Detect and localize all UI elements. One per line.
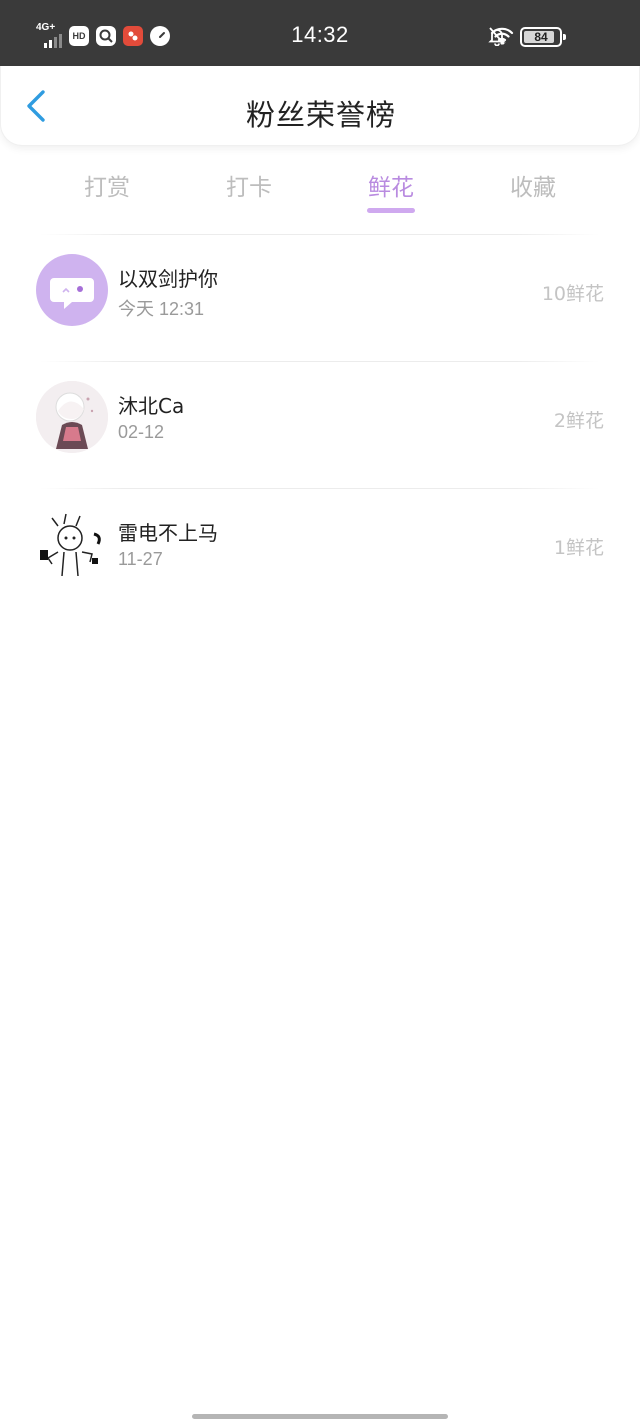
- avatar[interactable]: [36, 381, 108, 453]
- tab-label: 打赏: [84, 175, 130, 201]
- page-title: 粉丝荣誉榜: [245, 98, 396, 132]
- tab-reward[interactable]: 打赏: [47, 168, 167, 216]
- anime-avatar-image: [36, 381, 108, 453]
- fan-name: 沐北Ca: [118, 394, 185, 418]
- fan-date: 今天 12:31: [118, 299, 205, 319]
- wifi-icon: [490, 27, 514, 49]
- tab-favorites[interactable]: 收藏: [473, 168, 593, 216]
- battery-icon: 84: [520, 27, 566, 47]
- fan-list: 以双剑护你 今天 12:31 10鲜花 沐北Ca 02-12 2鲜花 雷电不上马…: [0, 234, 640, 615]
- sketch-avatar-image: [36, 508, 108, 580]
- list-item[interactable]: 雷电不上马 11-27 1鲜花: [0, 489, 640, 615]
- flower-count: 1鲜花: [553, 537, 604, 559]
- fan-name: 以双剑护你: [118, 267, 218, 291]
- battery-level: 84: [534, 30, 548, 44]
- list-item[interactable]: 沐北Ca 02-12 2鲜花: [0, 362, 640, 488]
- flower-count: 2鲜花: [553, 410, 604, 432]
- header: 粉丝荣誉榜: [0, 66, 640, 146]
- fan-name: 雷电不上马: [118, 521, 218, 545]
- list-item[interactable]: 以双剑护你 今天 12:31 10鲜花: [0, 235, 640, 361]
- flower-count: 10鲜花: [541, 283, 604, 305]
- status-bar: 4G+ HD 14:32 84: [0, 0, 640, 66]
- avatar[interactable]: [36, 508, 108, 580]
- tab-bar: 打赏 打卡 鲜花 收藏: [0, 168, 640, 218]
- active-tab-indicator: [367, 208, 415, 213]
- tab-checkin[interactable]: 打卡: [189, 168, 309, 216]
- tab-label: 收藏: [510, 175, 556, 201]
- chat-bubble-icon: [50, 278, 94, 309]
- home-indicator[interactable]: [192, 1414, 448, 1419]
- avatar[interactable]: [36, 254, 108, 326]
- tab-label: 鲜花: [368, 175, 414, 201]
- fan-date: 11-27: [118, 549, 163, 569]
- fan-date: 02-12: [118, 422, 165, 442]
- tab-label: 打卡: [226, 175, 272, 201]
- tab-flowers[interactable]: 鲜花: [331, 168, 451, 216]
